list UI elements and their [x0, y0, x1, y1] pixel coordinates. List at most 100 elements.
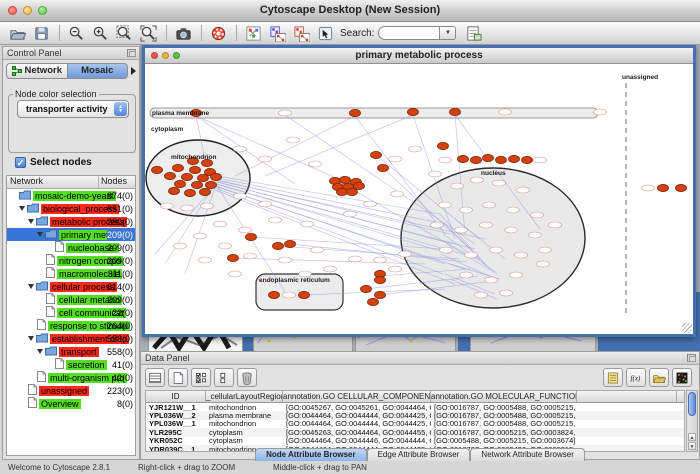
network-node-label[interactable] — [181, 205, 194, 211]
network-node[interactable] — [361, 285, 372, 292]
network-node-label[interactable] — [534, 157, 547, 163]
network-overlay-blue-button[interactable] — [266, 23, 288, 43]
tree-expander-icon[interactable] — [37, 232, 43, 237]
network-node-label[interactable] — [311, 247, 324, 253]
network-node[interactable] — [198, 174, 209, 181]
column-header[interactable]: annotation.GO MOLECULAR_FUNCTION — [431, 391, 577, 402]
network-node[interactable] — [471, 156, 482, 163]
network-node[interactable] — [378, 164, 389, 171]
tree-row[interactable]: nitrogen compo209(0) — [7, 254, 135, 267]
close-window-button[interactable] — [8, 6, 17, 15]
network-node-label[interactable] — [409, 146, 422, 152]
network-node-label[interactable] — [451, 183, 464, 189]
network-node-label[interactable] — [219, 243, 232, 249]
search-options-dropdown[interactable]: ▼ — [440, 26, 456, 40]
network-node-label[interactable] — [471, 177, 484, 183]
network-node-label[interactable] — [531, 212, 544, 218]
tab-node-attribute-browser[interactable]: Node Attribute Browser — [255, 448, 367, 461]
network-node[interactable] — [165, 172, 176, 179]
network-node[interactable] — [269, 291, 280, 298]
network-node-label[interactable] — [455, 227, 468, 233]
network-node[interactable] — [206, 181, 217, 188]
network-node[interactable] — [450, 108, 461, 115]
network-node[interactable] — [211, 173, 222, 180]
annotation-button[interactable] — [314, 23, 336, 43]
table-scrollbar[interactable]: ▲ ▼ — [686, 390, 698, 452]
minimize-window-button[interactable] — [23, 6, 32, 15]
network-node-label[interactable] — [234, 193, 247, 199]
network-node-label[interactable] — [301, 221, 314, 227]
column-header[interactable]: _cellularLayoutRegion — [206, 391, 283, 402]
network-node-label[interactable] — [439, 157, 452, 163]
network-node[interactable] — [337, 188, 348, 195]
tree-row[interactable]: Overview8(0) — [7, 397, 135, 410]
float-panel-icon[interactable] — [687, 354, 696, 362]
network-node-label[interactable] — [364, 201, 377, 207]
network-node[interactable] — [190, 166, 201, 173]
open-file-button[interactable] — [6, 23, 28, 43]
network-node-label[interactable] — [499, 109, 512, 115]
network-node-label[interactable] — [515, 252, 528, 258]
network-node[interactable] — [522, 156, 533, 163]
network-node[interactable] — [200, 188, 211, 195]
network-node[interactable] — [192, 181, 203, 188]
network-node-label[interactable] — [391, 191, 404, 197]
table-mode-button[interactable] — [145, 368, 165, 387]
network-node-label[interactable] — [485, 277, 498, 283]
network-node[interactable] — [347, 188, 358, 195]
network-node-label[interactable] — [269, 217, 282, 223]
tree-expander-icon[interactable] — [37, 349, 43, 354]
zoom-window-button[interactable] — [38, 6, 47, 15]
tree-column-nodes[interactable]: Nodes — [99, 176, 135, 188]
network-node-label[interactable] — [239, 227, 252, 233]
tree-row[interactable]: macromolecule311(0) — [7, 267, 135, 280]
network-node[interactable] — [228, 254, 239, 261]
network-node-label[interactable] — [507, 207, 520, 213]
network-node-label[interactable] — [529, 232, 542, 238]
node-color-dropdown[interactable]: transporter activity ▲▼ — [17, 100, 129, 118]
import-attributes-button[interactable] — [649, 368, 669, 387]
network-node[interactable] — [371, 151, 382, 158]
network-node[interactable] — [375, 276, 386, 283]
network-node[interactable] — [368, 298, 379, 305]
network-node-label[interactable] — [214, 221, 227, 227]
minimize-view-button[interactable] — [162, 52, 169, 59]
resize-grip[interactable] — [682, 323, 692, 333]
network-node-label[interactable] — [594, 109, 607, 115]
tree-row[interactable]: cellular metabo209(0) — [7, 293, 135, 306]
network-node-label[interactable] — [460, 272, 473, 278]
network-node-label[interactable] — [287, 137, 300, 143]
tree-expander-icon[interactable] — [19, 206, 25, 211]
new-attribute-button[interactable] — [168, 368, 188, 387]
network-node[interactable] — [175, 180, 186, 187]
network-node-label[interactable] — [537, 261, 550, 267]
network-node-label[interactable] — [517, 187, 530, 193]
search-input[interactable] — [378, 26, 440, 40]
network-node-label[interactable] — [460, 207, 473, 213]
network-node-label[interactable] — [389, 266, 402, 272]
network-view-window[interactable]: primary metabolic process plasma membran… — [142, 45, 696, 337]
network-node[interactable] — [483, 154, 494, 161]
network-node-label[interactable] — [309, 161, 322, 167]
tab-network[interactable]: Network — [6, 63, 68, 79]
network-node[interactable] — [173, 164, 184, 171]
network-node-label[interactable] — [431, 222, 444, 228]
tree-row[interactable]: cell communicat22(0) — [7, 306, 135, 319]
tree-row[interactable]: primary metabo209(0) — [7, 228, 135, 241]
tree-row[interactable]: response to stimulu264(0) — [7, 319, 135, 332]
network-node-label[interactable] — [500, 290, 513, 296]
network-node[interactable] — [169, 187, 180, 194]
network-node-label[interactable] — [549, 222, 562, 228]
network-node[interactable] — [299, 291, 310, 298]
attribute-batch-button[interactable] — [603, 368, 623, 387]
close-view-button[interactable] — [151, 52, 158, 59]
network-node[interactable] — [375, 291, 386, 298]
network-node-label[interactable] — [475, 292, 488, 298]
network-node-label[interactable] — [429, 171, 442, 177]
network-node[interactable] — [676, 184, 687, 191]
network-node-label[interactable] — [490, 247, 503, 253]
tree-row[interactable]: mosaic-demo-yeast874(0) — [7, 189, 135, 202]
network-node-label[interactable] — [440, 247, 453, 253]
network-node-label[interactable] — [344, 211, 357, 217]
network-node[interactable] — [182, 173, 193, 180]
